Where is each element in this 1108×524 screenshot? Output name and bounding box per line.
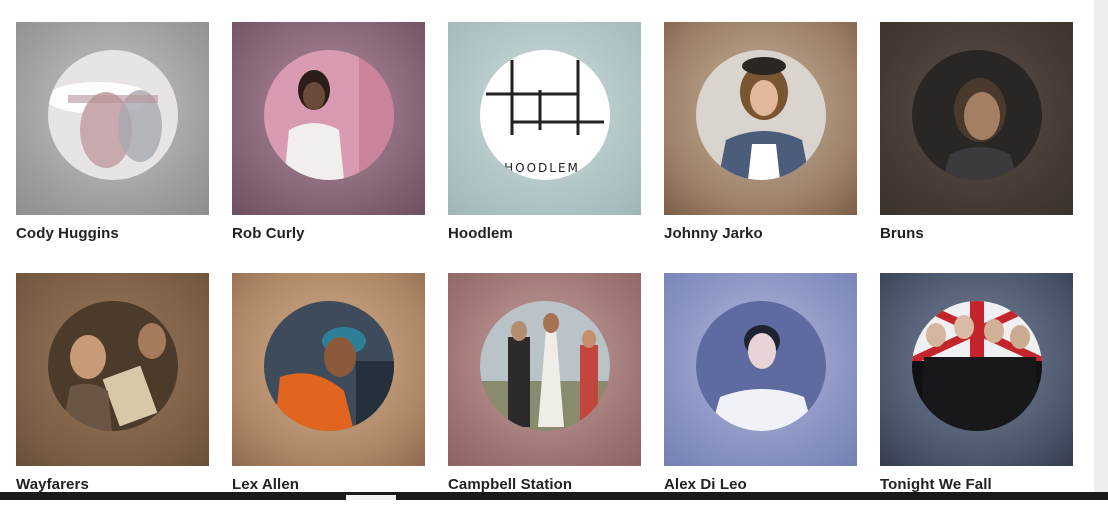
- artist-card[interactable]: Wayfarers: [16, 273, 209, 524]
- artist-photo: [696, 50, 826, 180]
- artist-grid: Cody Huggins Rob Curly HOODLEM Hoodlem J…: [16, 22, 1096, 524]
- artist-photo: [912, 301, 1042, 431]
- horizontal-scrollbar[interactable]: [0, 492, 1108, 500]
- artist-photo: [48, 301, 178, 431]
- artist-photo: [48, 50, 178, 180]
- artist-artwork[interactable]: [448, 273, 641, 466]
- artist-artwork[interactable]: [232, 273, 425, 466]
- artist-card[interactable]: HOODLEM Hoodlem: [448, 22, 641, 273]
- artist-card[interactable]: Rob Curly: [232, 22, 425, 273]
- artist-name[interactable]: Wayfarers: [16, 476, 209, 493]
- artist-card[interactable]: Johnny Jarko: [664, 22, 857, 273]
- artist-photo: [480, 301, 610, 431]
- artist-name[interactable]: Hoodlem: [448, 225, 641, 242]
- vertical-scrollbar[interactable]: [1094, 0, 1108, 492]
- artist-name[interactable]: Lex Allen: [232, 476, 425, 493]
- artist-name[interactable]: Cody Huggins: [16, 225, 209, 242]
- artist-card[interactable]: Cody Huggins: [16, 22, 209, 273]
- artist-card[interactable]: Campbell Station: [448, 273, 641, 524]
- artist-artwork[interactable]: [232, 22, 425, 215]
- artist-card[interactable]: Alex Di Leo: [664, 273, 857, 524]
- artist-artwork[interactable]: [664, 22, 857, 215]
- artist-artwork[interactable]: HOODLEM: [448, 22, 641, 215]
- artist-artwork[interactable]: [16, 273, 209, 466]
- artist-name[interactable]: Campbell Station: [448, 476, 641, 493]
- artist-card[interactable]: Tonight We Fall: [880, 273, 1073, 524]
- artist-photo: [264, 301, 394, 431]
- artist-photo: [696, 301, 826, 431]
- artist-name[interactable]: Bruns: [880, 225, 1073, 242]
- artist-name[interactable]: Rob Curly: [232, 225, 425, 242]
- artist-name[interactable]: Alex Di Leo: [664, 476, 857, 493]
- artist-artwork[interactable]: [880, 22, 1073, 215]
- hoodlem-logo-text: HOODLEM: [504, 161, 580, 175]
- horizontal-scrollbar-thumb[interactable]: [346, 495, 396, 500]
- artist-photo: [264, 50, 394, 180]
- artist-artwork[interactable]: [880, 273, 1073, 466]
- artist-card[interactable]: Bruns: [880, 22, 1073, 273]
- artist-artwork[interactable]: [664, 273, 857, 466]
- artist-name[interactable]: Tonight We Fall: [880, 476, 1073, 493]
- artist-photo: [912, 50, 1042, 180]
- artist-card[interactable]: Lex Allen: [232, 273, 425, 524]
- artist-artwork[interactable]: [16, 22, 209, 215]
- artist-photo: HOODLEM: [480, 50, 610, 180]
- artist-name[interactable]: Johnny Jarko: [664, 225, 857, 242]
